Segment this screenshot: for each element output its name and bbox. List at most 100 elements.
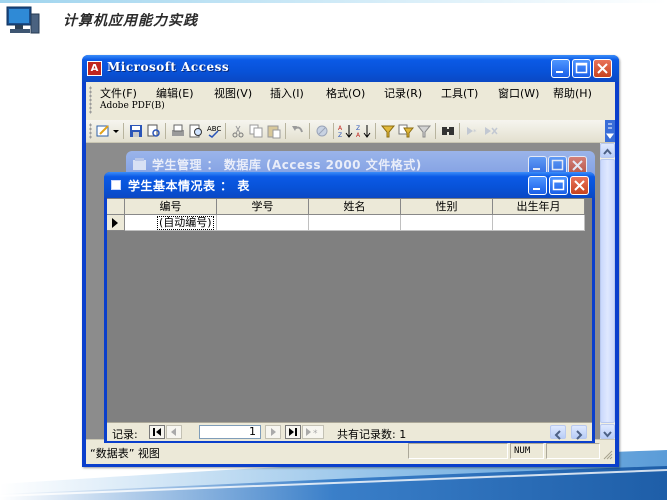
previous-record-button[interactable] [166,425,182,439]
print-preview-icon[interactable] [188,123,204,139]
svg-text:Z: Z [356,125,360,132]
next-record-button[interactable] [265,425,281,439]
toolbar-separator [123,123,124,139]
svg-text:*: * [313,429,318,438]
spelling-icon[interactable]: ABC [206,123,222,139]
undo-icon[interactable] [290,123,306,139]
menu-records[interactable]: 记录(R) [384,85,422,101]
svg-text:ABC: ABC [207,125,221,133]
print-icon[interactable] [170,123,186,139]
column-header-student-no[interactable]: 学号 [217,199,309,215]
select-all-cell[interactable] [107,199,125,215]
resize-grip-icon[interactable] [603,450,613,460]
datasheet: 编号 学号 姓名 性别 出生年月 (自动编号) 记录: 1 * 共有记录数: 1 [107,198,592,441]
scroll-right-button[interactable] [571,425,587,440]
status-panel [408,443,508,459]
column-header-birth[interactable]: 出生年月 [493,199,585,215]
toolbar-separator [165,123,166,139]
chevron-up-icon [603,148,612,155]
filter-by-selection-icon[interactable] [380,123,396,139]
record-navigation-bar: 记录: 1 * 共有记录数: 1 [107,422,592,441]
design-view-icon[interactable] [96,123,112,139]
menu-file[interactable]: 文件(F) [100,85,137,101]
cell-student-no[interactable] [217,215,309,231]
sort-descending-icon[interactable]: ZA [356,123,372,139]
menu-edit[interactable]: 编辑(E) [156,85,194,101]
toolbar-separator [333,123,334,139]
minimize-button[interactable] [551,59,570,78]
scroll-left-button[interactable] [550,425,566,440]
save-icon[interactable] [128,123,144,139]
cut-icon[interactable] [230,123,246,139]
menu-insert[interactable]: 插入(I) [270,85,304,101]
menu-format[interactable]: 格式(O) [326,85,365,101]
scroll-up-button[interactable] [600,143,615,158]
delete-record-icon[interactable] [482,123,498,139]
cell-gender[interactable] [401,215,493,231]
svg-text:*: * [473,128,477,136]
cell-birth[interactable] [493,215,585,231]
hyperlink-icon[interactable] [314,123,330,139]
svg-text:A: A [338,125,343,132]
cell-name[interactable] [309,215,401,231]
previous-record-icon [171,428,176,436]
table-window-titlebar[interactable]: 学生基本情况表 ： 表 [104,172,595,198]
menu-view[interactable]: 视图(V) [214,85,252,101]
toolbar-separator [225,123,226,139]
toolbar-grip[interactable] [89,123,92,139]
close-button[interactable] [593,59,612,78]
database-icon [133,158,146,170]
status-text: “数据表” 视图 [90,447,160,460]
svg-text:Z: Z [338,132,342,139]
first-record-button[interactable] [149,425,165,439]
sort-ascending-icon[interactable]: AZ [338,123,354,139]
access-logo-icon[interactable]: A [87,61,102,76]
column-header-name[interactable]: 姓名 [309,199,401,215]
toolbar-separator [459,123,460,139]
last-record-icon [289,428,297,436]
view-dropdown-icon[interactable] [112,123,120,139]
menu-help[interactable]: 帮助(H) [553,85,592,101]
maximize-button[interactable] [572,59,591,78]
scroll-thumb[interactable] [600,159,615,423]
new-record-icon[interactable]: * [464,123,480,139]
current-record-field[interactable]: 1 [199,425,261,439]
menubar: 文件(F) 编辑(E) 视图(V) 插入(I) 格式(O) 记录(R) 工具(T… [86,82,615,118]
menu-adobe-pdf[interactable]: Adobe PDF(B) [100,101,165,111]
svg-text:A: A [356,132,361,139]
menu-window[interactable]: 窗口(W) [498,85,539,101]
first-record-icon [153,428,161,436]
toolbar-options-button[interactable] [605,120,615,142]
vertical-scrollbar[interactable] [600,143,615,439]
datasheet-header: 编号 学号 姓名 性别 出生年月 [107,199,585,215]
toolbar-separator [285,123,286,139]
table-close-button[interactable] [570,176,589,195]
menubar-grip[interactable] [89,86,92,114]
column-header-gender[interactable]: 性别 [401,199,493,215]
filter-by-form-icon[interactable] [398,123,414,139]
app-titlebar[interactable]: A Microsoft Access [82,55,619,82]
autonumber-placeholder: (自动编号) [157,216,214,230]
copy-icon[interactable] [248,123,264,139]
find-icon[interactable] [440,123,456,139]
search-database-icon[interactable] [146,123,162,139]
next-record-icon [271,428,276,436]
table-window: 学生基本情况表 ： 表 编号 学号 姓名 性别 出生年月 (自动编号) 记录: … [104,172,595,443]
table-icon [111,180,121,190]
chevron-down-icon [606,123,614,139]
table-minimize-button[interactable] [528,176,547,195]
table-maximize-button[interactable] [549,176,568,195]
record-count: 共有记录数: 1 [337,428,407,441]
cell-id[interactable]: (自动编号) [125,215,217,231]
last-record-button[interactable] [285,425,301,439]
apply-filter-icon[interactable] [416,123,432,139]
menu-tools[interactable]: 工具(T) [441,85,478,101]
column-header-id[interactable]: 编号 [125,199,217,215]
new-record-nav-button[interactable]: * [302,425,324,439]
status-panel [546,443,600,459]
scroll-down-button[interactable] [600,424,615,439]
row-selector[interactable] [107,215,125,231]
new-record-icon: * [306,428,318,438]
paste-icon[interactable] [266,123,282,139]
slide-header-bar [0,0,667,3]
